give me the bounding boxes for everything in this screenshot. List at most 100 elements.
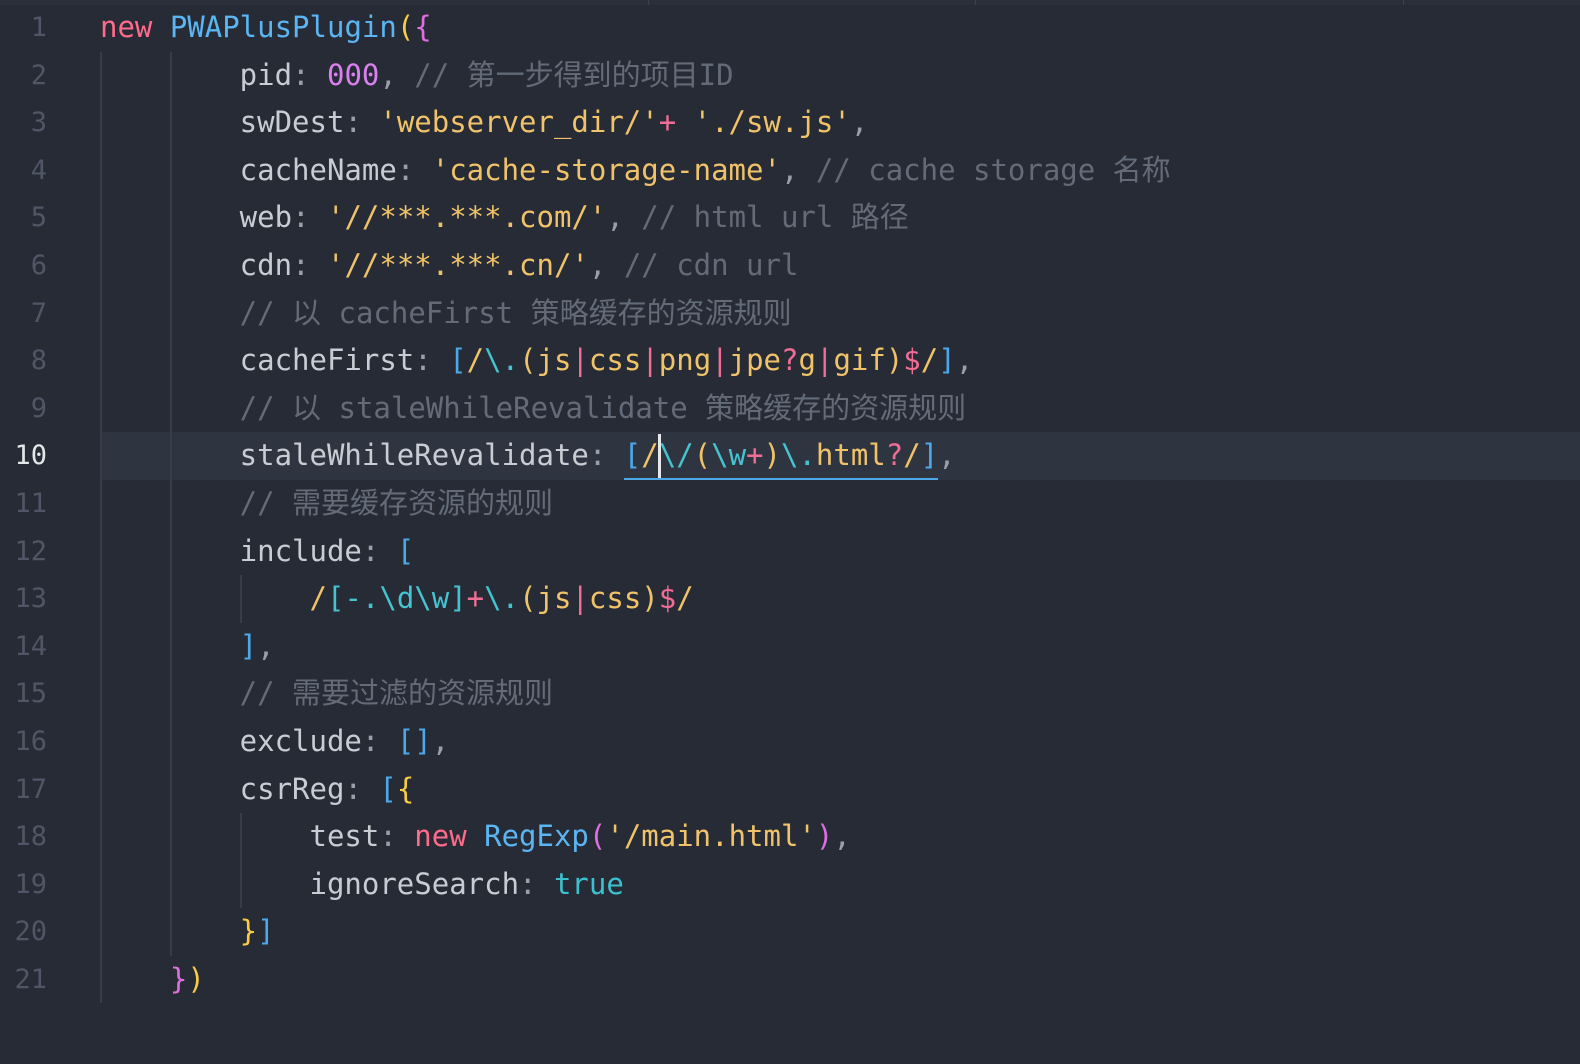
code-token: ) <box>187 961 205 996</box>
line-number: 3 <box>30 107 47 139</box>
code-line[interactable]: }] <box>100 908 1580 956</box>
code-line[interactable]: // 需要过滤的资源规则 <box>100 670 1580 718</box>
line-number: 14 <box>14 630 47 662</box>
code-token: | <box>571 581 589 616</box>
line-number: 21 <box>14 963 47 995</box>
line-number: 11 <box>14 487 47 519</box>
code-area[interactable]: new PWAPlusPlugin({ pid: 000, // 第一步得到的项… <box>100 0 1580 1064</box>
code-line[interactable]: cdn: '//***.***.cn/', // cdn url <box>100 241 1580 290</box>
line-number: 5 <box>30 202 47 234</box>
code-line[interactable]: swDest: 'webserver_dir/'+ './sw.js', <box>100 99 1580 147</box>
line-number-gutter: 1 2 3 4 5 6 7 8 9 10 11 12 13 14 15 16 17 18 19 20 21 <box>0 0 47 1003</box>
code-token: : <box>588 438 624 473</box>
code-line[interactable]: /[-.\d\w]+\.(js|css)$/ <box>100 575 1580 623</box>
code-token: 000 <box>326 57 380 92</box>
code-editor[interactable]: 1 2 3 4 5 6 7 8 9 10 11 12 13 14 15 16 17 18 19 20 21 new PW… <box>0 0 1580 1064</box>
code-line[interactable]: }) <box>100 955 1580 1004</box>
code-token: staleWhileRevalidate <box>100 438 589 473</box>
code-token: include <box>100 533 362 568</box>
code-line[interactable]: staleWhileRevalidate: [/\/(\w+)\.html?/]… <box>100 432 1580 480</box>
code-line[interactable]: include: [ <box>100 527 1580 576</box>
code-line[interactable]: pid: 000, // 第一步得到的项目ID <box>100 51 1580 100</box>
code-token: './sw.js' <box>693 105 851 140</box>
line-number: 4 <box>30 154 47 186</box>
code-token: , <box>938 438 956 473</box>
code-token: // html url 路径 <box>641 200 909 235</box>
code-token: } <box>100 914 258 949</box>
code-token: ? <box>781 343 799 378</box>
code-token: // 以 staleWhileRevalidate 策略缓存的资源规则 <box>100 390 967 425</box>
code-token: \/ <box>658 438 694 473</box>
code-token: : <box>379 819 415 854</box>
code-line[interactable]: new PWAPlusPlugin({ <box>100 4 1580 52</box>
code-token: // 需要缓存资源的规则 <box>100 485 554 520</box>
code-token: test <box>100 819 380 854</box>
code-token: css <box>588 343 642 378</box>
code-token: , <box>606 200 642 235</box>
code-token: / <box>920 343 939 378</box>
line-number: 7 <box>30 297 47 329</box>
code-token: swDest <box>100 105 345 140</box>
code-token: ( <box>396 10 415 44</box>
code-token: pid <box>100 57 293 92</box>
line-number: 2 <box>30 59 47 91</box>
code-token: , <box>833 819 851 854</box>
code-line[interactable]: // 以 staleWhileRevalidate 策略缓存的资源规则 <box>100 384 1580 433</box>
code-token: [ <box>396 533 415 568</box>
code-line[interactable]: cacheName: 'cache-storage-name', // cach… <box>100 146 1580 195</box>
code-token: 'cache-storage-name' <box>431 152 781 187</box>
code-line[interactable]: exclude: [], <box>100 717 1580 766</box>
code-line[interactable]: csrReg: [{ <box>100 765 1580 814</box>
code-token: // cache storage 名称 <box>815 152 1171 187</box>
code-token: [ <box>623 438 642 473</box>
code-token: \w <box>711 438 747 473</box>
code-token: jpe <box>728 343 782 378</box>
code-token: cacheName <box>100 152 397 187</box>
code-token: ] <box>100 628 258 663</box>
code-line[interactable]: // 以 cacheFirst 策略缓存的资源规则 <box>100 289 1580 338</box>
code-token: [-.\d\w] <box>326 581 467 616</box>
code-token: html <box>815 438 886 473</box>
highlight-underline <box>623 478 939 480</box>
code-token: ? <box>885 438 904 473</box>
line-number: 20 <box>14 916 47 948</box>
code-token: : <box>414 343 450 378</box>
code-token: + <box>466 581 485 616</box>
line-number: 19 <box>14 868 47 900</box>
code-lines[interactable]: new PWAPlusPlugin({ pid: 000, // 第一步得到的项… <box>100 0 1580 1004</box>
code-token: , <box>431 723 450 758</box>
line-number: 17 <box>14 773 47 805</box>
code-token: / <box>100 581 327 616</box>
code-token: : <box>361 533 397 568</box>
code-token: , <box>955 343 974 378</box>
code-token: : <box>361 723 397 758</box>
code-token: \. <box>484 343 520 378</box>
code-token: $ <box>658 581 677 616</box>
code-line[interactable]: web: '//***.***.com/', // html url 路径 <box>100 194 1580 242</box>
code-token: [ <box>379 771 397 806</box>
code-token: | <box>641 343 659 378</box>
code-token: // 第一步得到的项目ID <box>414 57 734 92</box>
code-token: PWAPlusPlugin <box>169 10 397 44</box>
code-token: // cdn url <box>623 247 799 282</box>
code-line[interactable]: // 需要缓存资源的规则 <box>100 479 1580 528</box>
code-token: ) <box>815 819 834 854</box>
code-token: cdn <box>100 247 293 282</box>
code-line[interactable]: cacheFirst: [/\.(js|css|png|jpe?g|gif)$/… <box>100 337 1580 385</box>
code-token: ] <box>920 438 939 473</box>
code-token: ] <box>257 914 275 949</box>
code-token: cacheFirst <box>100 343 415 378</box>
code-token: png <box>658 343 712 378</box>
code-line[interactable]: ], <box>100 622 1580 671</box>
code-token: : <box>344 771 380 806</box>
code-token: css) <box>588 581 659 616</box>
code-token: [ <box>449 343 467 378</box>
code-token: web <box>100 200 293 235</box>
line-number: 13 <box>14 583 47 615</box>
code-token: '/main.html' <box>606 819 816 854</box>
code-token: / <box>903 438 921 473</box>
code-line[interactable]: test: new RegExp('/main.html'), <box>100 813 1580 861</box>
code-line[interactable]: ignoreSearch: true <box>100 860 1580 909</box>
code-token: true <box>553 866 624 901</box>
code-token: // 以 cacheFirst 策略缓存的资源规则 <box>100 295 792 330</box>
